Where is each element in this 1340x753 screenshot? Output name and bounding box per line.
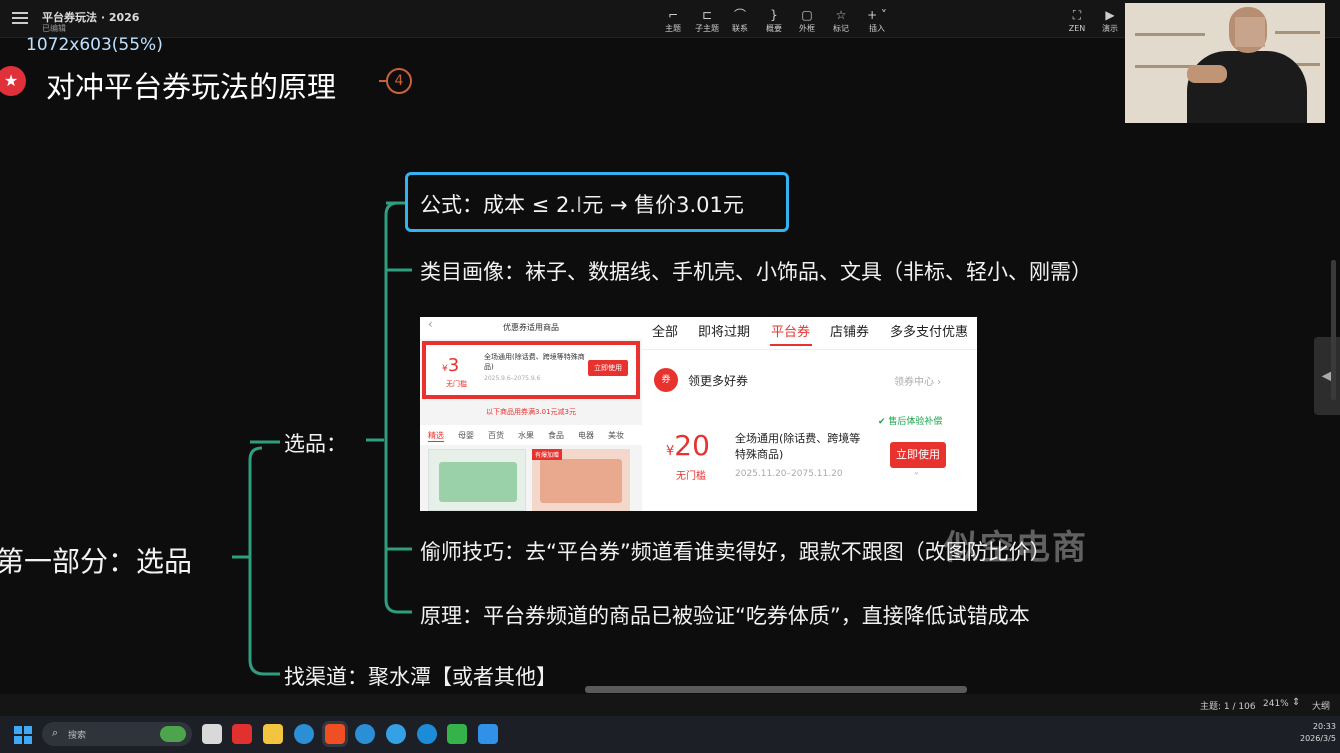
topic-principle[interactable]: 原理：平台券频道的商品已被验证“吃券体质”，直接降低试错成本: [420, 600, 1030, 630]
coupon-icon: 券: [654, 368, 678, 392]
coupon-name: 全场通用(除话费、跨境等特殊商品): [735, 432, 861, 461]
active-tab-underline: [770, 344, 812, 346]
category-tabs: 精选 母婴 百货 水果 食品 电器 美妆: [420, 425, 642, 445]
coupon-tab: 多多支付优惠: [890, 325, 969, 340]
file-explorer-icon[interactable]: [263, 724, 283, 744]
category-tab: 食品: [548, 431, 564, 440]
search-icon: ⌕: [52, 726, 59, 739]
clock-date: 2026/3/5: [1300, 734, 1336, 743]
connector-children-trunk: [384, 201, 412, 614]
formula-suffix: 元 → 售价3.01元: [582, 193, 744, 217]
category-tab: 美妆: [608, 431, 624, 440]
windows-start-icon[interactable]: [14, 726, 32, 744]
coupon-name: 全场通用(除话费、跨境等特殊商品): [484, 353, 585, 371]
coupon-center-link: 领券中心 ›: [894, 377, 942, 388]
coupon-date: 2025.11.20–2075.11.20: [735, 469, 843, 479]
coupon-date: 2025.9.6–2075.9.6: [484, 375, 541, 382]
taskbar-clock[interactable]: 20:33 2026/3/5: [1300, 721, 1336, 745]
topic-formula[interactable]: 公式：成本 ≤ 2.I元 → 售价3.01元: [420, 189, 744, 219]
category-tab: 精选: [428, 431, 444, 442]
presenter-avatar: [1187, 51, 1307, 123]
topic-category[interactable]: 类目画像：袜子、数据线、手机壳、小饰品、文具（非标、轻小、刚需）: [420, 256, 1092, 286]
more-coupons-label: 领更多好券: [688, 374, 749, 388]
coupon-tab: 店铺券: [830, 325, 870, 340]
coupon-condition: 无门槛: [446, 380, 467, 388]
outline-button[interactable]: 大纲: [1312, 699, 1330, 712]
taskbar-search[interactable]: ⌕ 搜索: [42, 722, 192, 746]
coupon-applicable-products-panel: 优惠券适用商品 ‹ ¥3 无门槛 全场通用(除话费、跨境等特殊商品) 2025.…: [420, 317, 642, 511]
coupon-note: 以下商品用券满3.01元减3元: [485, 408, 577, 416]
coupon-tab-active: 平台券: [771, 325, 811, 340]
edge-icon[interactable]: [294, 724, 314, 744]
watermark-logo: 似空电商: [944, 528, 1088, 568]
topic-xuanpin[interactable]: 选品：: [284, 428, 347, 458]
vertical-scrollbar[interactable]: [1331, 260, 1336, 400]
webcam-overlay: [1125, 3, 1325, 123]
edge-icon[interactable]: [417, 724, 437, 744]
category-tab: 电器: [578, 431, 594, 440]
zoom-stepper-icon[interactable]: ⇕: [1292, 697, 1300, 708]
category-tab: 母婴: [458, 431, 474, 440]
formula-prefix: 公式：成本 ≤ 2.: [420, 193, 576, 217]
coupon-tab: 即将过期: [698, 325, 751, 340]
status-bar: 主题: 1 / 106 241% ⇕ 大纲: [0, 694, 1340, 716]
coupon-tab: 全部: [652, 325, 679, 340]
coupon-use-button: 立即使用: [890, 442, 946, 468]
search-placeholder: 搜索: [68, 731, 87, 741]
applicable-header: 优惠券适用商品: [420, 317, 642, 339]
guarantee-label: 售后体验补偿: [888, 417, 943, 427]
edge-icon[interactable]: [355, 724, 375, 744]
screen-recorder-icon[interactable]: [478, 724, 498, 744]
wps-icon[interactable]: [232, 724, 252, 744]
clock-time: 20:33: [1312, 722, 1336, 731]
root-topic[interactable]: 第一部分：选品: [0, 540, 192, 580]
coupon-card-small: ¥3 无门槛 全场通用(除话费、跨境等特殊商品) 2025.9.6–2075.9…: [422, 341, 640, 399]
topic-counter: 主题: 1 / 106: [1200, 702, 1256, 712]
coupon-value: ¥20: [666, 429, 710, 462]
connector-root-trunk: [248, 446, 280, 676]
category-tab: 百货: [488, 431, 504, 440]
coupon-condition: 无门槛: [676, 471, 706, 482]
coupon-use-button: 立即使用: [588, 360, 628, 376]
coupon-value: ¥3: [442, 355, 460, 376]
product-image: 有爆加赠: [532, 449, 630, 511]
task-view-icon[interactable]: [202, 724, 222, 744]
side-panel-toggle[interactable]: ◀: [1314, 337, 1340, 415]
search-highlight-icon: [160, 726, 186, 742]
my-coupons-panel: 全部 即将过期 平台券 店铺券 多多支付优惠 券 领更多好券 领券中心 › ¥2…: [642, 317, 977, 511]
edge-icon[interactable]: [386, 724, 406, 744]
product-image: [428, 449, 526, 511]
product-tag: 有爆加赠: [532, 449, 563, 460]
coupon-screenshot-image[interactable]: 优惠券适用商品 ‹ ¥3 无门槛 全场通用(除话费、跨境等特殊商品) 2025.…: [420, 317, 977, 511]
zoom-level[interactable]: 241%: [1263, 699, 1289, 709]
horizontal-scrollbar-thumb[interactable]: [585, 686, 967, 693]
windows-taskbar: ⌕ 搜索 20:33 2026/3/5: [0, 716, 1340, 753]
category-tab: 水果: [518, 431, 534, 440]
wechat-devtools-icon[interactable]: [447, 724, 467, 744]
back-arrow-icon: ‹: [428, 317, 433, 331]
shield-check-icon: ✔ 售后体验补偿: [878, 417, 943, 427]
chevron-down-icon: ˅: [914, 472, 919, 483]
xmind-icon[interactable]: [325, 724, 345, 744]
